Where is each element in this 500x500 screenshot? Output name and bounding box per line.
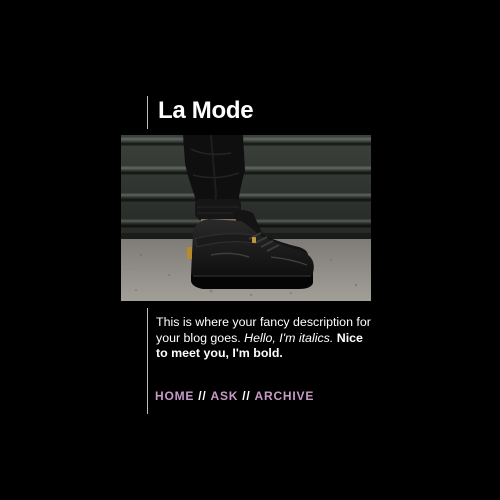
header-image xyxy=(121,135,371,301)
title-rule xyxy=(147,96,148,129)
nav-ask-link[interactable]: ASK xyxy=(210,389,238,403)
content-rule xyxy=(147,308,148,414)
nav-home-link[interactable]: HOME xyxy=(155,389,194,403)
description-italic: Hello, I'm italics. xyxy=(244,330,334,345)
blog-description: This is where your fancy description for… xyxy=(156,315,376,362)
nav-separator: // xyxy=(242,389,251,403)
blog-title[interactable]: La Mode xyxy=(158,96,254,126)
nav-archive-link[interactable]: ARCHIVE xyxy=(255,389,315,403)
nav-separator: // xyxy=(198,389,207,403)
main-nav: HOME//ASK//ARCHIVE xyxy=(155,389,314,404)
page: La Mode This is where your fancy descrip… xyxy=(0,0,500,500)
